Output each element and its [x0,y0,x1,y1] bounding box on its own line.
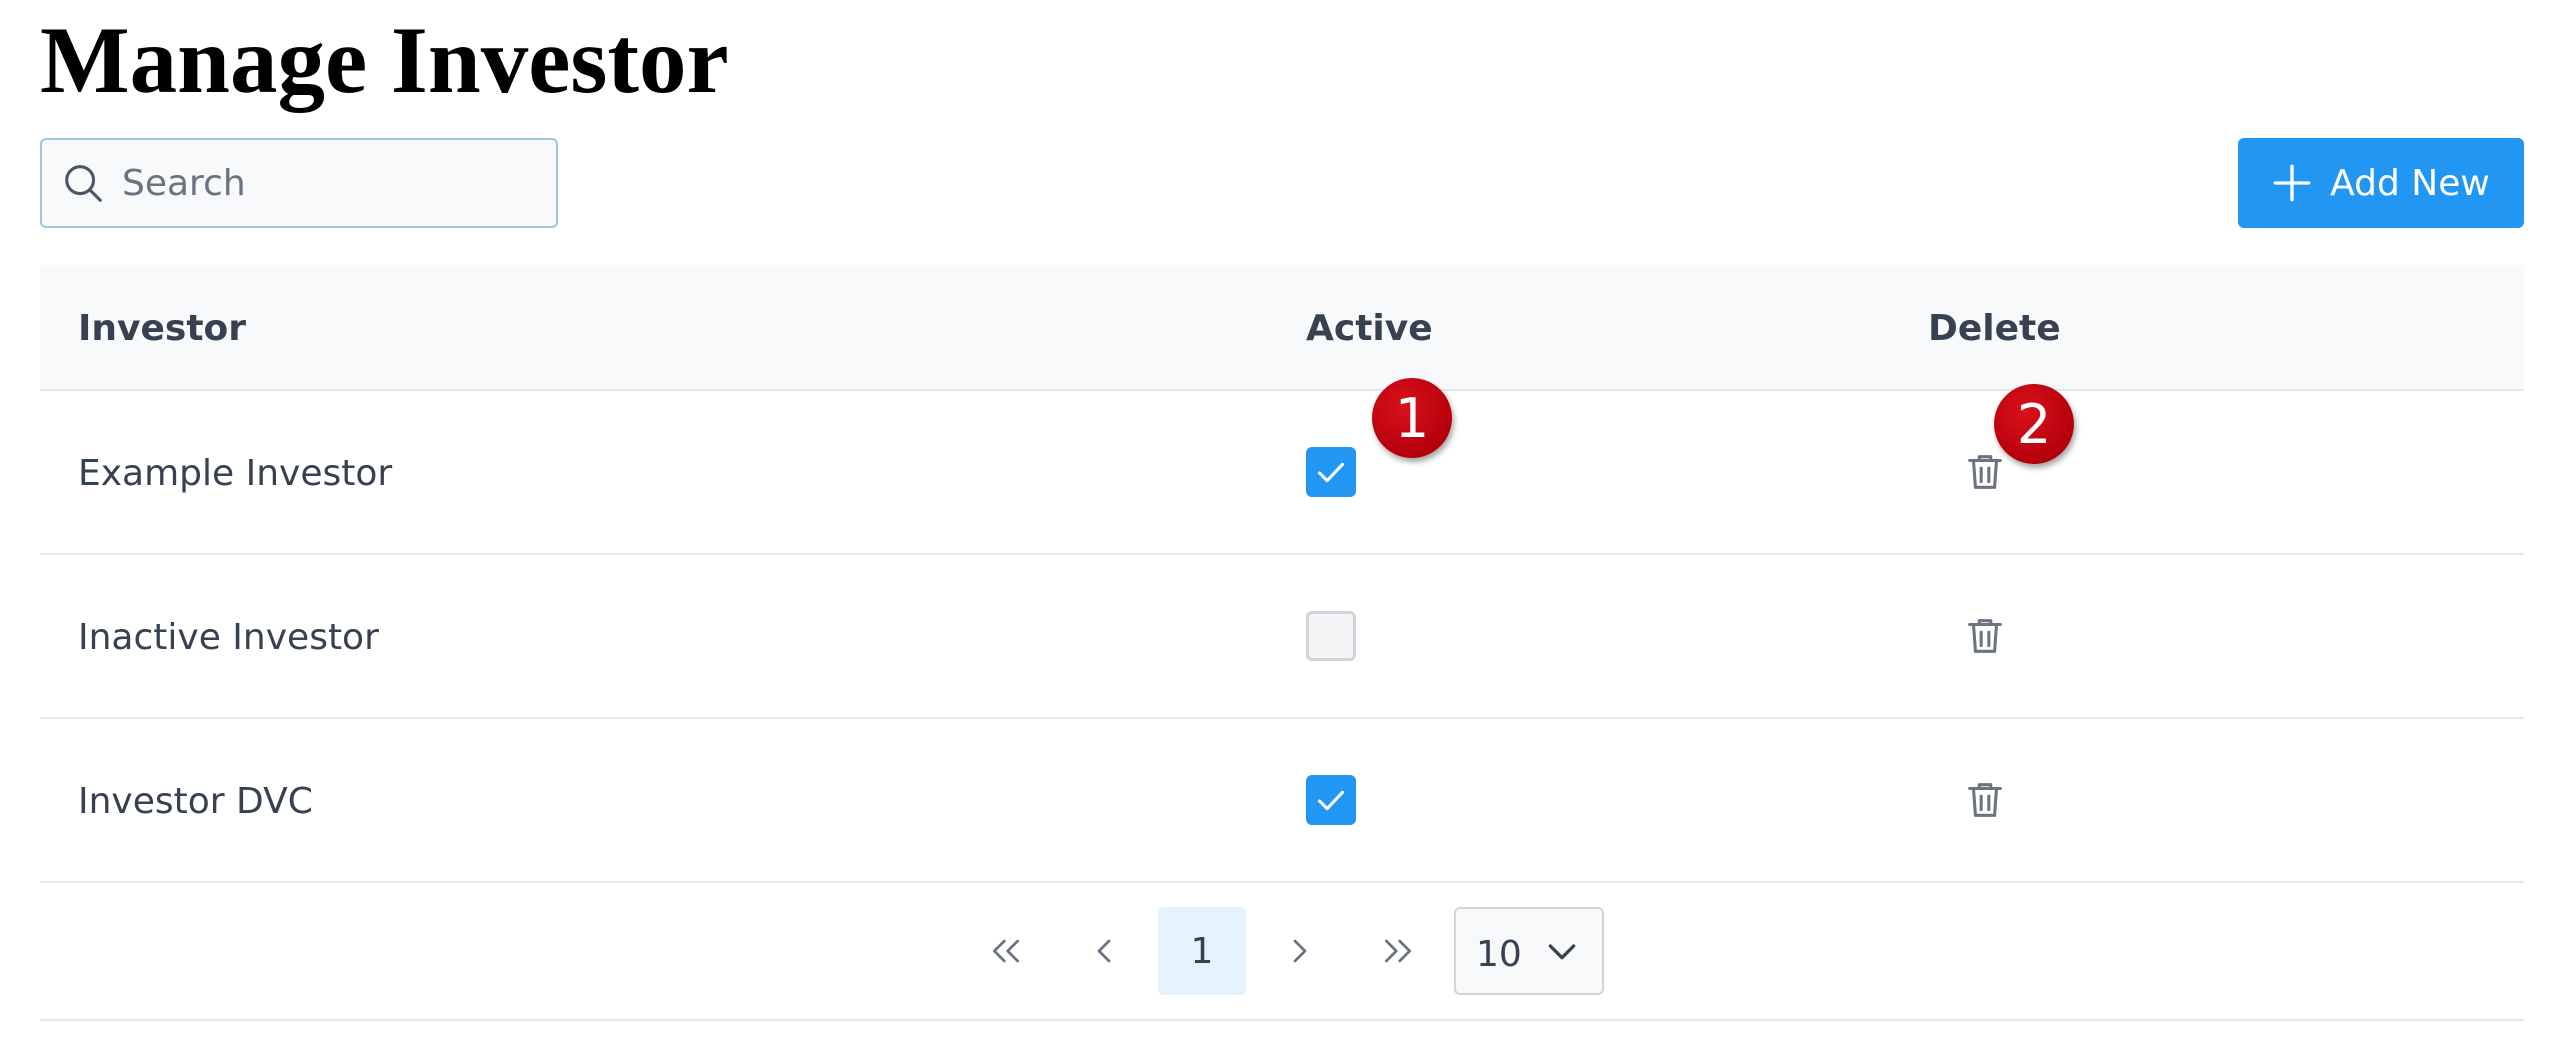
search-input[interactable] [122,162,522,204]
page-title: Manage Investor [40,7,729,113]
column-header-active[interactable]: Active [1306,265,1433,391]
investor-name: Inactive Investor [78,616,379,658]
previous-page-button[interactable] [1060,907,1148,995]
table-row: Example Investor [40,391,2524,555]
search-icon [65,165,102,202]
chevrons-left-icon [993,939,1019,963]
investor-table: Investor Active Delete Example Investor I… [40,265,2524,1021]
search-box[interactable] [40,138,558,228]
investor-name: Example Investor [78,452,393,494]
investor-name: Investor DVC [78,780,313,822]
page-size-select[interactable]: 10 [1454,907,1604,995]
annotation-badge-1: 1 [1372,378,1452,458]
page-number-current[interactable]: 1 [1158,907,1246,995]
page-size-value: 10 [1476,933,1522,975]
page: Manage Investor Add New Investor Active … [0,0,2556,1052]
column-header-delete: Delete [1928,307,2061,349]
add-new-button[interactable]: Add New [2238,138,2524,228]
checkmark-icon [1317,462,1345,483]
trash-icon[interactable] [1962,613,2008,659]
table-row: Investor DVC [40,719,2524,883]
chevron-left-icon [1097,939,1111,963]
add-new-label: Add New [2330,162,2490,204]
last-page-button[interactable] [1354,907,1442,995]
active-checkbox[interactable] [1306,447,1356,497]
active-checkbox[interactable] [1306,775,1356,825]
trash-icon[interactable] [1962,777,2008,823]
chevrons-right-icon [1385,939,1411,963]
active-checkbox[interactable] [1306,611,1356,661]
next-page-button[interactable] [1256,907,1344,995]
first-page-button[interactable] [962,907,1050,995]
checkmark-icon [1317,790,1345,811]
plus-icon [2273,164,2311,202]
trash-icon[interactable] [1962,449,2008,495]
annotation-badge-2: 2 [1994,384,2074,464]
table-header: Investor Active Delete [40,265,2524,391]
pagination: 1 10 [40,883,2524,1021]
chevron-right-icon [1293,939,1307,963]
table-row: Inactive Investor [40,555,2524,719]
column-header-investor[interactable]: Investor [78,265,246,391]
chevron-down-icon [1548,944,1576,960]
